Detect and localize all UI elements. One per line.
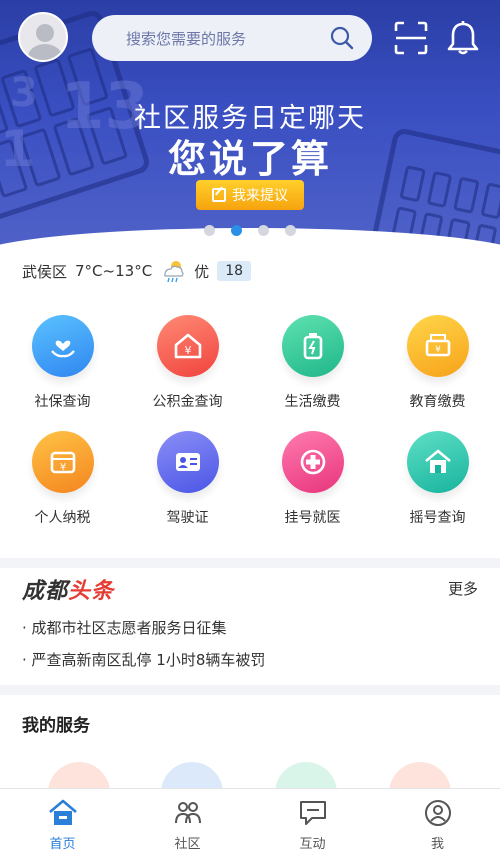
mailbox-yen-icon: ¥ [406, 315, 469, 377]
district-label: 武侯区 [22, 262, 68, 281]
service-item[interactable]: ¥ 公积金查询 [125, 315, 250, 411]
service-label: 教育缴费 [409, 394, 466, 410]
edit-icon [212, 188, 226, 202]
bottom-tab-bar: 首页 社区 互动 我 [0, 788, 500, 855]
search-placeholder: 搜索您需要的服务 [126, 29, 247, 48]
tab-community[interactable]: 社区 [125, 789, 250, 855]
carousel-dot[interactable] [204, 225, 215, 236]
suggest-button-label: 我来提议 [232, 188, 288, 204]
service-label: 摇号查询 [409, 510, 466, 526]
search-bar[interactable]: 搜索您需要的服务 [92, 15, 372, 61]
scan-icon[interactable] [393, 20, 429, 56]
service-label: 社保查询 [34, 394, 91, 410]
carousel-indicator [0, 225, 500, 236]
community-icon [174, 802, 201, 824]
tab-me[interactable]: 我 [375, 789, 500, 855]
service-label: 个人纳税 [34, 510, 91, 526]
service-item[interactable]: 摇号查询 [375, 431, 500, 527]
aqi-badge: 18 [217, 261, 252, 281]
carousel-dot[interactable] [258, 225, 269, 236]
service-grid: 社保查询 ¥ 公积金查询 生活缴费 ¥ 教育缴费 ¥ 个人纳税 驾驶证 挂号就医 摇号查询 [0, 315, 500, 527]
service-label: 生活缴费 [284, 394, 341, 410]
service-label: 公积金查询 [152, 394, 223, 410]
banner-title: 您说了算 [167, 137, 332, 181]
bell-icon[interactable] [446, 20, 480, 56]
section-divider [0, 558, 500, 568]
service-item[interactable]: ¥ 教育缴费 [375, 315, 500, 411]
home-icon [48, 799, 77, 825]
search-icon[interactable] [330, 26, 354, 50]
wallet-yen-icon: ¥ [31, 431, 94, 493]
tab-label: 互动 [299, 837, 326, 852]
profile-icon [424, 800, 451, 826]
medical-cross-icon [281, 431, 344, 493]
service-item[interactable]: 社保查询 [0, 315, 125, 411]
chengdu-headlines-logo: 成都头条 [22, 579, 115, 604]
weather-bar: 武侯区 7°C~13°C 优 18 [22, 258, 252, 284]
svg-text:¥: ¥ [435, 345, 441, 355]
tab-label: 首页 [49, 837, 76, 852]
bottle-bolt-icon [281, 315, 344, 377]
carousel-dot[interactable] [231, 225, 242, 236]
service-item[interactable]: ¥ 个人纳税 [0, 431, 125, 527]
service-label: 驾驶证 [166, 510, 209, 526]
id-card-icon [156, 431, 219, 493]
more-link[interactable]: 更多 [448, 578, 478, 599]
heart-hand-icon [31, 315, 94, 377]
house-yen-icon: ¥ [156, 315, 219, 377]
tab-label: 我 [430, 837, 444, 852]
service-item[interactable]: 驾驶证 [125, 431, 250, 527]
tab-label: 社区 [174, 837, 201, 852]
service-item[interactable]: 生活缴费 [250, 315, 375, 411]
home-icon [406, 431, 469, 493]
temperature: 7°C~13°C [75, 262, 153, 280]
svg-text:¥: ¥ [184, 344, 191, 357]
news-item[interactable]: · 严查高新南区乱停 1小时8辆车被罚 [22, 649, 265, 670]
news-item[interactable]: · 成都市社区志愿者服务日征集 [22, 617, 227, 638]
tab-interaction[interactable]: 互动 [250, 789, 375, 855]
carousel-dot[interactable] [285, 225, 296, 236]
service-label: 挂号就医 [284, 510, 341, 526]
avatar[interactable] [18, 12, 68, 62]
chat-icon [299, 801, 326, 825]
cloud-rain-sun-icon [160, 258, 186, 284]
service-item[interactable]: 挂号就医 [250, 431, 375, 527]
my-services-title: 我的服务 [22, 716, 90, 736]
suggest-button[interactable]: 我来提议 [196, 180, 304, 210]
tab-home[interactable]: 首页 [0, 789, 125, 855]
svg-text:¥: ¥ [59, 462, 65, 473]
air-quality-label: 优 [194, 262, 210, 281]
section-divider [0, 685, 500, 695]
